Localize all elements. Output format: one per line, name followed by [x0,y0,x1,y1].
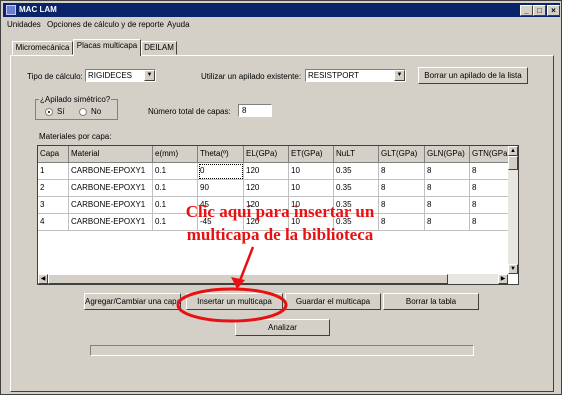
tab-placas-multicapa[interactable]: Placas multicapa [73,39,141,56]
pointer-arrow-head [231,277,245,289]
pointer-arrow-line [237,246,255,284]
annotation-graphic [176,246,288,323]
annotation-line-1: Clic aquí para insertar un [185,202,375,221]
annotation-line-2: multicapa de la biblioteca [186,225,374,244]
highlight-ellipse [176,287,288,323]
